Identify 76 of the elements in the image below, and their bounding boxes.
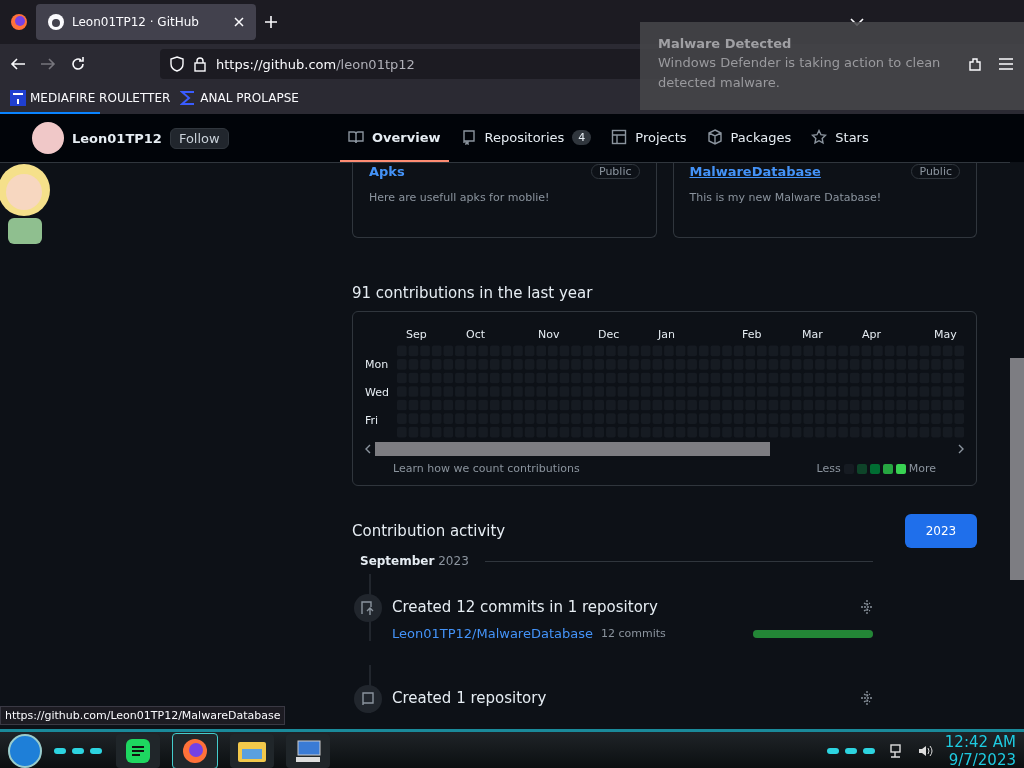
repo-link[interactable]: MalwareDatabase: [689, 163, 821, 179]
package-icon: [706, 129, 723, 145]
follow-button[interactable]: Follow: [169, 127, 229, 149]
collapse-icon[interactable]: [861, 691, 873, 705]
extensions-icon[interactable]: [968, 56, 984, 72]
legend-label: More: [908, 462, 936, 475]
computer-icon: [294, 738, 322, 763]
month-label: Nov: [538, 328, 560, 341]
year-button[interactable]: 2023: [905, 514, 977, 548]
forward-icon[interactable]: [40, 56, 56, 72]
nav-tab[interactable]: Projects: [603, 114, 695, 162]
collapse-icon[interactable]: [861, 600, 873, 614]
taskbar-app[interactable]: [172, 732, 218, 768]
month-label: Oct: [466, 328, 486, 341]
scroll-right-icon[interactable]: [958, 444, 964, 454]
shield-icon: [170, 56, 184, 72]
notification-title: Malware Detected: [658, 36, 793, 51]
repo-icon: [360, 691, 376, 707]
taskbar-app[interactable]: [286, 733, 330, 768]
scroll-left-icon[interactable]: [365, 444, 371, 454]
clock[interactable]: 12:42 AM 9/7/2023: [944, 732, 1016, 768]
activity-title: Created 1 repository: [392, 689, 547, 707]
nav-tab[interactable]: Packages: [698, 114, 800, 162]
menu-icon[interactable]: [998, 57, 1014, 71]
browser-tab[interactable]: Leon01TP12 · GitHub: [36, 4, 256, 40]
nav-tab[interactable]: Overview: [340, 114, 449, 162]
repo-description: This is my new Malware Database!: [689, 191, 882, 204]
bookmark[interactable]: MEDIAFIRE ROULETTER: [10, 90, 171, 106]
bookmark[interactable]: ANAL PROLAPSE: [180, 90, 299, 106]
new-tab-icon[interactable]: [264, 15, 278, 29]
chat-icon: [126, 738, 150, 763]
repo-link[interactable]: Leon01TP12/MalwareDatabase: [392, 626, 593, 641]
firefox-icon[interactable]: [10, 13, 28, 31]
month-label: Mar: [802, 328, 823, 341]
status-url: https://github.com/Leon01TP12/MalwareDatabase: [0, 706, 286, 725]
close-icon[interactable]: [234, 17, 244, 27]
repo-link[interactable]: Apks: [369, 163, 405, 179]
activity-title: Created 12 commits in 1 repository: [392, 598, 658, 616]
month-label: Apr: [862, 328, 882, 341]
repo-description: Here are usefull apks for moblie!: [369, 191, 550, 204]
scrollbar-thumb[interactable]: [375, 442, 770, 456]
start-orb-icon[interactable]: [8, 733, 42, 768]
username: Leon01TP12: [72, 130, 162, 146]
commit-count: 12 commits: [600, 627, 666, 640]
bookmark-icon: [10, 90, 26, 106]
sigma-icon: [180, 90, 197, 106]
legend-label: Less: [816, 462, 841, 475]
reload-icon[interactable]: [70, 56, 86, 72]
day-label: Wed: [365, 386, 390, 399]
firefox-icon: [182, 737, 208, 764]
month-label: Dec: [598, 328, 620, 341]
repo-icon: [460, 129, 477, 145]
month-label: Sep: [406, 328, 427, 341]
avatar[interactable]: [32, 122, 64, 154]
day-label: Fri: [365, 414, 380, 427]
count-badge: 4: [572, 129, 592, 145]
activity-title: Contribution activity: [352, 522, 506, 540]
lock-icon: [194, 56, 206, 72]
day-label: Mon: [365, 358, 390, 371]
nav-tab[interactable]: Repositories 4: [452, 114, 600, 162]
month-label: Feb: [742, 328, 762, 341]
book-icon: [348, 129, 364, 145]
month-label: Jan: [658, 328, 675, 341]
back-icon[interactable]: [10, 56, 26, 72]
month-label: May: [934, 328, 957, 341]
taskbar-app[interactable]: [116, 733, 160, 768]
taskbar-app[interactable]: [230, 733, 274, 768]
star-icon: [811, 129, 828, 145]
legend-scale: [843, 463, 906, 474]
month-heading: September 2023: [360, 554, 469, 568]
nav-tab[interactable]: Stars: [803, 114, 877, 162]
contributions-title: 91 contributions in the last year: [352, 284, 594, 302]
scrollbar-thumb[interactable]: [1010, 358, 1024, 580]
table-icon: [611, 129, 628, 145]
help-link[interactable]: Learn how we count contributions: [393, 462, 580, 475]
push-icon: [360, 600, 376, 616]
